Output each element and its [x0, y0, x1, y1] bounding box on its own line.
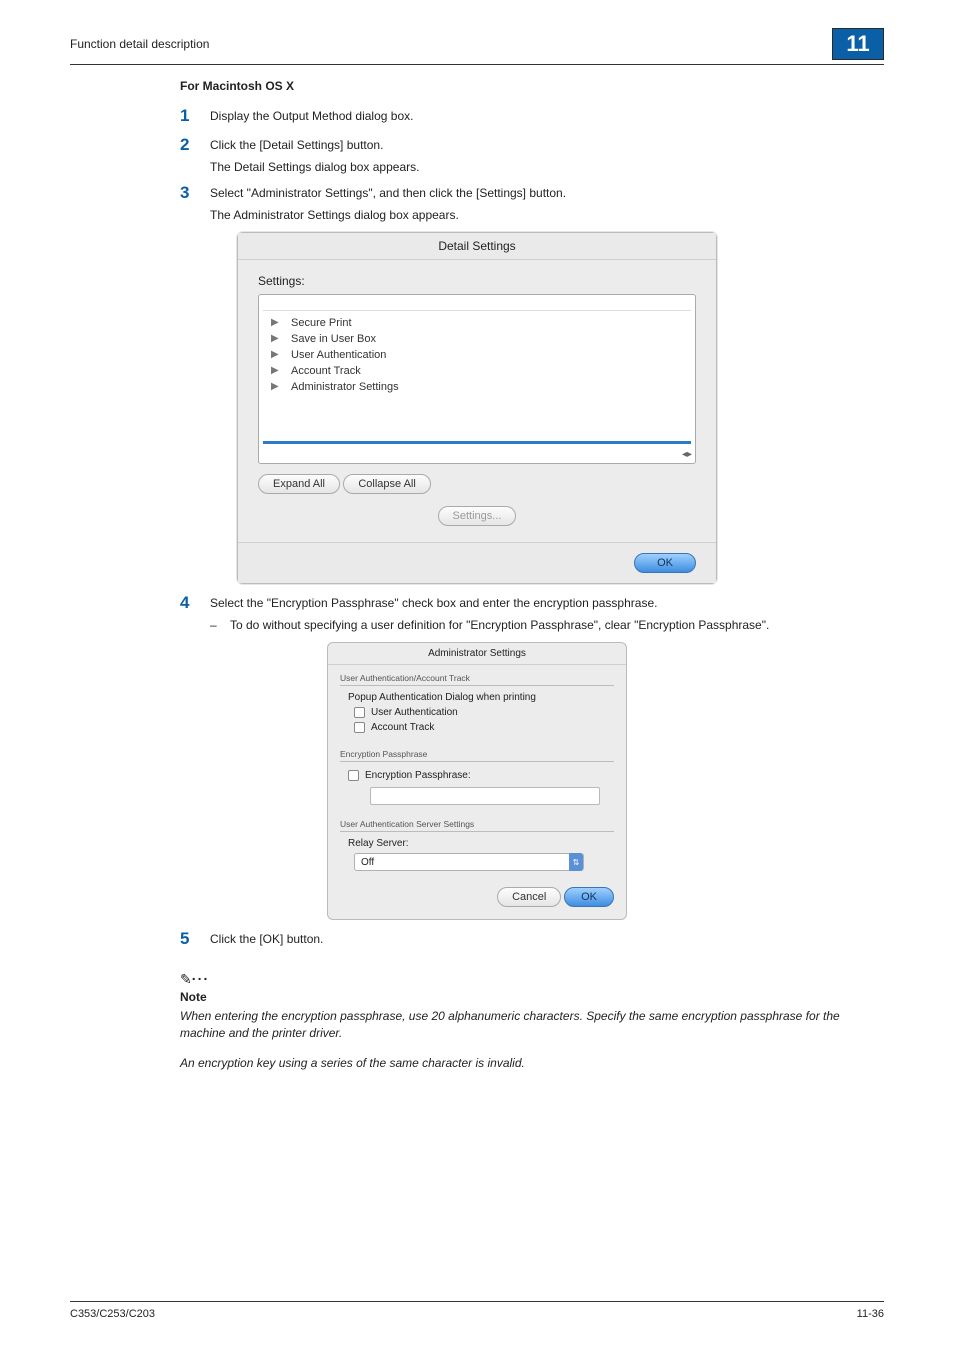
select-arrows-icon: ⇅ [569, 853, 583, 871]
step-2-text: Click the [Detail Settings] button. [210, 138, 884, 152]
step-2-sub: The Detail Settings dialog box appears. [210, 160, 884, 174]
chapter-badge: 11 [832, 28, 884, 60]
step-number-3: 3 [180, 184, 210, 222]
list-item[interactable]: ▶ Secure Print [263, 315, 691, 331]
step-3-text: Select "Administrator Settings", and the… [210, 186, 884, 200]
collapse-all-button[interactable]: Collapse All [343, 474, 430, 494]
listbox-header [263, 301, 691, 311]
settings-button[interactable]: Settings... [438, 506, 517, 526]
list-item-label: Secure Print [291, 317, 352, 329]
relay-server-value: Off [361, 857, 374, 868]
list-item-label: Save in User Box [291, 333, 376, 345]
group1-divider [340, 685, 614, 686]
disclosure-icon: ▶ [271, 333, 281, 344]
section-title: For Macintosh OS X [180, 79, 884, 93]
dialog2-title: Administrator Settings [328, 643, 626, 665]
group1-legend: User Authentication/Account Track [340, 673, 614, 683]
list-item[interactable]: ▶ Save in User Box [263, 331, 691, 347]
dialog2-ok-button[interactable]: OK [564, 887, 614, 907]
account-track-label: Account Track [371, 722, 434, 733]
step-5-text: Click the [OK] button. [210, 932, 884, 946]
group3-legend: User Authentication Server Settings [340, 819, 614, 829]
list-item-label: User Authentication [291, 349, 386, 361]
dialog1-title: Detail Settings [238, 233, 716, 260]
detail-settings-dialog: Detail Settings Settings: ▶ Secure Print… [237, 232, 717, 584]
administrator-settings-dialog: Administrator Settings User Authenticati… [327, 642, 627, 920]
group1-heading: Popup Authentication Dialog when printin… [348, 692, 614, 703]
step-4-dash-text: To do without specifying a user definiti… [230, 618, 769, 632]
list-item[interactable]: ▶ Administrator Settings [263, 379, 691, 395]
expand-all-button[interactable]: Expand All [258, 474, 340, 494]
account-track-checkbox[interactable] [354, 722, 365, 733]
group3-divider [340, 831, 614, 832]
list-item-label: Administrator Settings [291, 381, 399, 393]
step-4-text: Select the "Encryption Passphrase" check… [210, 596, 884, 610]
note-paragraph-2: An encryption key using a series of the … [180, 1055, 860, 1072]
list-item-label: Account Track [291, 365, 361, 377]
disclosure-icon: ▶ [271, 365, 281, 376]
footer-model: C353/C253/C203 [70, 1308, 155, 1320]
listbox-selection-bar [263, 441, 691, 444]
encryption-passphrase-checkbox[interactable] [348, 770, 359, 781]
step-number-1: 1 [180, 107, 210, 126]
list-item[interactable]: ▶ User Authentication [263, 347, 691, 363]
note-label: Note [180, 990, 860, 1004]
dialog1-ok-button[interactable]: OK [634, 553, 696, 573]
header-divider [70, 64, 884, 65]
breadcrumb: Function detail description [70, 37, 209, 51]
footer-page-number: 11-36 [857, 1308, 884, 1320]
dash-bullet: – [210, 618, 230, 632]
page-footer: C353/C253/C203 11-36 [70, 1295, 884, 1320]
note-dots-icon: ... [192, 967, 210, 983]
user-authentication-checkbox[interactable] [354, 707, 365, 718]
note-icon: ✎ [180, 971, 192, 987]
list-item[interactable]: ▶ Account Track [263, 363, 691, 379]
encryption-passphrase-input[interactable] [370, 787, 600, 805]
step-3-sub: The Administrator Settings dialog box ap… [210, 208, 884, 222]
step-1-text: Display the Output Method dialog box. [210, 109, 884, 123]
step-number-5: 5 [180, 930, 210, 949]
relay-server-label: Relay Server: [348, 838, 614, 849]
group2-divider [340, 761, 614, 762]
settings-listbox[interactable]: ▶ Secure Print ▶ Save in User Box ▶ User… [258, 294, 696, 464]
user-authentication-label: User Authentication [371, 707, 458, 718]
step-number-2: 2 [180, 136, 210, 174]
dialog1-settings-label: Settings: [258, 274, 696, 288]
note-paragraph-1: When entering the encryption passphrase,… [180, 1008, 860, 1043]
step-number-4: 4 [180, 594, 210, 613]
dialog2-cancel-button[interactable]: Cancel [497, 887, 561, 907]
group2-legend: Encryption Passphrase [340, 749, 614, 759]
disclosure-icon: ▶ [271, 381, 281, 392]
listbox-scroll-arrows-icon[interactable]: ◂▸ [682, 449, 692, 460]
disclosure-icon: ▶ [271, 349, 281, 360]
disclosure-icon: ▶ [271, 317, 281, 328]
relay-server-select[interactable]: Off ⇅ [354, 853, 584, 871]
encryption-passphrase-label: Encryption Passphrase: [365, 770, 471, 781]
